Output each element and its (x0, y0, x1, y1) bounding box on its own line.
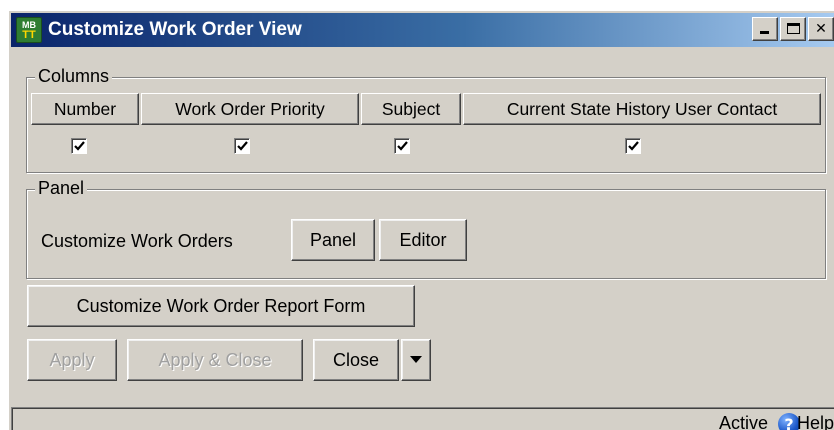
app-logo-bottom-text: TT (22, 29, 36, 41)
column-checkbox-subject[interactable] (394, 138, 410, 154)
window-controls: ✕ (752, 17, 834, 41)
status-bar: Active ? Help (11, 407, 834, 430)
column-header-subject[interactable]: Subject (361, 93, 461, 125)
editor-button[interactable]: Editor (379, 219, 467, 261)
column-header-work-order-priority[interactable]: Work Order Priority (141, 93, 359, 125)
close-button[interactable]: Close (313, 339, 399, 381)
status-panel (11, 407, 834, 430)
customize-report-form-button[interactable]: Customize Work Order Report Form (27, 285, 415, 327)
window-title: Customize Work Order View (48, 19, 302, 40)
panel-button-label: Panel (309, 229, 357, 250)
minimize-icon (760, 31, 769, 34)
column-header-label: Work Order Priority (175, 98, 325, 119)
column-checkbox-number[interactable] (71, 138, 87, 154)
column-checkbox-current-state-history-user-contact[interactable] (625, 138, 641, 154)
maximize-button[interactable] (780, 17, 806, 41)
column-header-label: Current State History User Contact (506, 98, 778, 119)
status-active: Active (718, 413, 768, 430)
close-icon: ✕ (815, 21, 827, 37)
apply-button-label: Apply (49, 349, 95, 370)
dropdown-arrow-icon (410, 356, 422, 363)
column-header-current-state-history-user-contact[interactable]: Current State History User Contact (463, 93, 821, 125)
panel-group-label: Panel (35, 178, 88, 199)
minimize-button[interactable] (752, 17, 778, 41)
column-checkbox-work-order-priority[interactable] (234, 138, 250, 154)
title-bar[interactable]: MB TT Customize Work Order View ✕ (11, 13, 834, 47)
close-dropdown-button[interactable] (401, 339, 431, 381)
checkmark-icon (628, 141, 639, 151)
customize-report-form-label: Customize Work Order Report Form (76, 295, 366, 316)
checkmark-icon (74, 141, 85, 151)
panel-button[interactable]: Panel (291, 219, 375, 261)
apply-close-button-label: Apply & Close (158, 349, 272, 370)
columns-group-label: Columns (35, 66, 113, 87)
column-header-number[interactable]: Number (31, 93, 139, 125)
maximize-icon (787, 23, 800, 34)
app-logo-icon: MB TT (16, 17, 42, 43)
checkmark-icon (237, 141, 248, 151)
apply-close-button[interactable]: Apply & Close (127, 339, 303, 381)
apply-button[interactable]: Apply (27, 339, 117, 381)
close-window-button[interactable]: ✕ (808, 17, 834, 41)
customize-work-orders-label: Customize Work Orders (41, 231, 233, 251)
checkmark-icon (397, 141, 408, 151)
editor-button-label: Editor (399, 229, 447, 250)
column-header-label: Subject (381, 98, 441, 119)
close-button-label: Close (332, 349, 380, 370)
columns-group: Columns (26, 66, 826, 173)
help-link[interactable]: Help (797, 413, 834, 430)
column-header-label: Number (53, 98, 117, 119)
customize-work-order-view-window: MB TT Customize Work Order View ✕ Column… (8, 10, 834, 430)
